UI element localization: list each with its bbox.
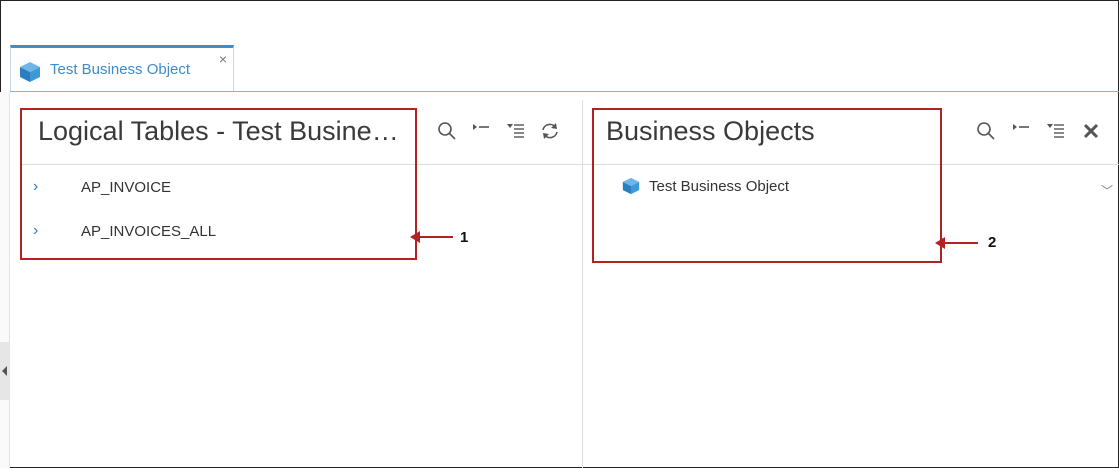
close-tab-icon[interactable]: × — [219, 51, 227, 67]
callout-box-1 — [20, 108, 417, 260]
refresh-icon[interactable] — [539, 120, 561, 142]
chevron-down-icon[interactable]: ﹀ — [1101, 182, 1113, 199]
callout-box-2 — [592, 108, 942, 263]
panel-splitter[interactable] — [582, 100, 583, 468]
tab-test-business-object[interactable]: Test Business Object × — [10, 45, 234, 91]
collapse-all-icon[interactable] — [470, 120, 492, 142]
sidebar-toggle-handle[interactable] — [0, 342, 10, 400]
search-icon[interactable] — [436, 120, 458, 142]
callout-number-2: 2 — [988, 234, 997, 251]
tab-label: Test Business Object — [50, 61, 191, 78]
search-icon[interactable] — [975, 120, 997, 142]
expand-all-icon[interactable] — [1045, 120, 1067, 142]
callout-arrow-1 — [410, 231, 453, 243]
left-sidebar-strip — [0, 92, 10, 468]
callout-number-1: 1 — [460, 229, 469, 246]
collapse-all-icon[interactable] — [1010, 120, 1032, 142]
expand-all-icon[interactable] — [505, 120, 527, 142]
callout-arrow-2 — [935, 237, 978, 249]
cube-icon — [20, 62, 40, 82]
close-icon[interactable] — [1080, 120, 1102, 142]
tabbar-border — [10, 91, 1119, 92]
